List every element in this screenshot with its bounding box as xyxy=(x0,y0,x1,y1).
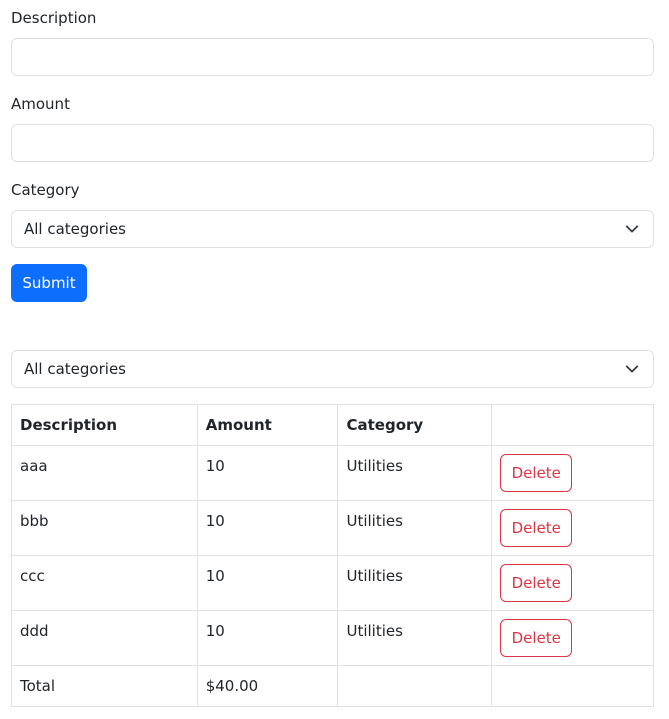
row-category: Utilities xyxy=(337,555,493,611)
chevron-down-icon xyxy=(625,365,639,373)
row-description: ddd xyxy=(11,610,198,666)
column-header-description: Description xyxy=(11,404,198,446)
expense-page: Description Amount Category All categori… xyxy=(0,0,669,719)
amount-label: Amount xyxy=(11,95,70,113)
row-description: aaa xyxy=(11,445,198,501)
table-row: ccc 10 Utilities Delete xyxy=(11,555,654,611)
row-actions: Delete xyxy=(491,445,654,501)
row-category: Utilities xyxy=(337,445,493,501)
filter-select-value: All categories xyxy=(24,360,126,378)
delete-button[interactable]: Delete xyxy=(500,619,573,657)
table-row: aaa 10 Utilities Delete xyxy=(11,445,654,501)
column-header-category: Category xyxy=(337,404,493,446)
amount-input[interactable] xyxy=(11,124,654,162)
row-amount: 10 xyxy=(196,445,339,501)
row-amount: 10 xyxy=(196,500,339,556)
category-select-value: All categories xyxy=(24,220,126,238)
row-amount: 10 xyxy=(196,555,339,611)
row-description: bbb xyxy=(11,500,198,556)
category-select[interactable]: All categories xyxy=(11,210,654,248)
total-label: Total xyxy=(11,665,198,707)
row-category: Utilities xyxy=(337,500,493,556)
description-input[interactable] xyxy=(11,38,654,76)
row-description: ccc xyxy=(11,555,198,611)
row-amount: 10 xyxy=(196,610,339,666)
table-row: bbb 10 Utilities Delete xyxy=(11,500,654,556)
total-value: $40.00 xyxy=(196,665,339,707)
column-header-actions xyxy=(491,404,654,446)
total-empty-cell xyxy=(491,665,654,707)
delete-button[interactable]: Delete xyxy=(500,564,573,602)
row-category: Utilities xyxy=(337,610,493,666)
row-actions: Delete xyxy=(491,555,654,611)
expenses-table: Description Amount Category aaa 10 Utili… xyxy=(11,404,654,707)
row-actions: Delete xyxy=(491,610,654,666)
column-header-amount: Amount xyxy=(196,404,339,446)
delete-button[interactable]: Delete xyxy=(500,509,573,547)
description-label: Description xyxy=(11,9,97,27)
row-actions: Delete xyxy=(491,500,654,556)
filter-category-select[interactable]: All categories xyxy=(11,350,654,388)
delete-button[interactable]: Delete xyxy=(500,454,573,492)
table-row: ddd 10 Utilities Delete xyxy=(11,610,654,666)
category-label: Category xyxy=(11,181,80,199)
chevron-down-icon xyxy=(625,225,639,233)
submit-button[interactable]: Submit xyxy=(11,264,87,302)
total-row: Total $40.00 xyxy=(11,665,654,707)
total-empty-cell xyxy=(337,665,493,707)
table-header-row: Description Amount Category xyxy=(11,404,654,446)
